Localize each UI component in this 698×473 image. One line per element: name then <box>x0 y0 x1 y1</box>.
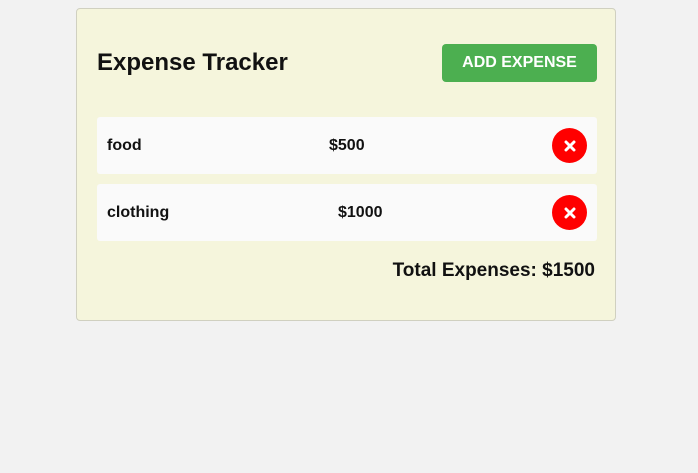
expense-amount: $500 <box>329 137 365 154</box>
add-expense-button[interactable]: ADD EXPENSE <box>442 44 597 82</box>
expense-name: clothing <box>107 204 170 221</box>
total-expenses: Total Expenses: $1500 <box>392 260 595 281</box>
page-title: Expense Tracker <box>97 49 288 76</box>
close-icon <box>564 207 575 218</box>
expense-row: food $500 <box>97 117 597 174</box>
expense-name: food <box>107 137 142 154</box>
delete-expense-button[interactable] <box>552 195 587 230</box>
expense-row: clothing $1000 <box>97 184 597 241</box>
delete-expense-button[interactable] <box>552 128 587 163</box>
expense-amount: $1000 <box>338 204 383 221</box>
close-icon <box>564 140 575 151</box>
expense-tracker-card: Expense Tracker ADD EXPENSE food $500 cl… <box>76 8 616 321</box>
